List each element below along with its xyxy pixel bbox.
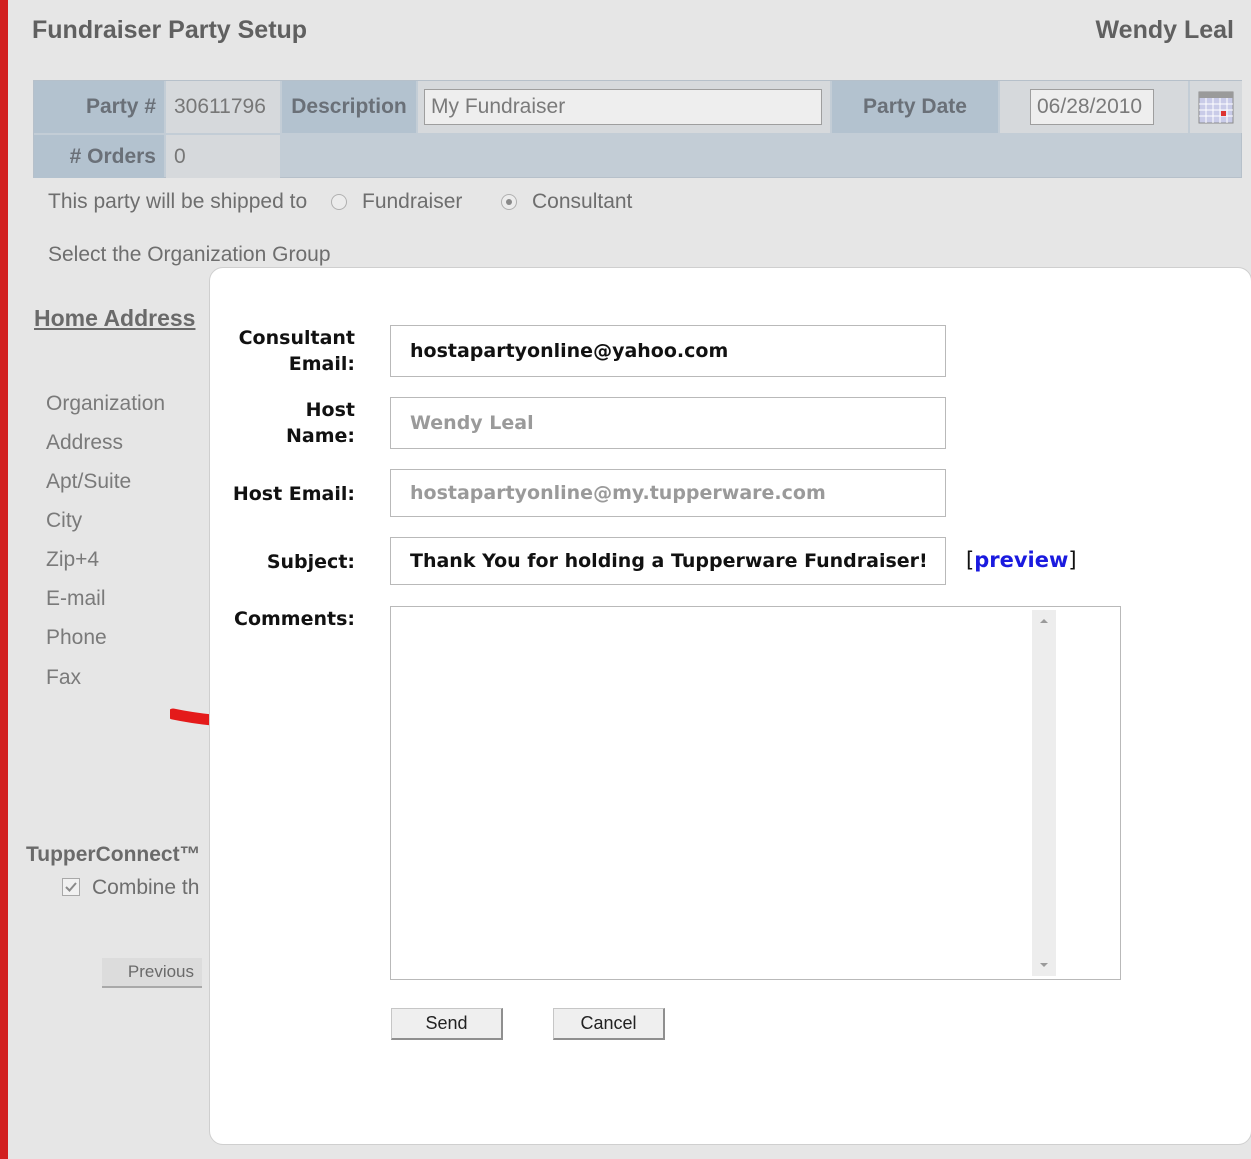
host-name-field[interactable]: Wendy Leal [390,397,946,449]
page-title: Fundraiser Party Setup [32,16,308,44]
party-date-label: Party Date [832,81,998,133]
combine-label: Combine th [92,876,200,899]
host-name-label-line1: Host [305,399,355,421]
host-email-label: Host Email: [232,483,355,505]
subject-label: Subject: [266,551,355,573]
phone-label: Phone [46,626,107,649]
radio-fundraiser[interactable] [331,194,347,210]
address-label: Address [46,431,124,454]
comments-scrollbar[interactable] [1032,610,1056,976]
send-button[interactable]: Send [391,1008,503,1040]
consultant-email-label-line2: Email: [288,353,355,375]
organization-label: Organization [46,392,166,415]
cancel-button[interactable]: Cancel [553,1008,665,1040]
preview-bracket-close: ] [1068,548,1077,572]
calendar-button[interactable] [1190,81,1242,133]
party-number-value: 30611796 [166,81,280,133]
orders-label: # Orders [34,135,164,178]
shipping-label: This party will be shipped to [48,190,308,213]
calendar-icon [1198,91,1234,124]
scroll-up-icon[interactable] [1032,612,1056,630]
apt-suite-label: Apt/Suite [46,470,132,493]
consultant-email-field[interactable]: hostapartyonline@yahoo.com [390,325,946,377]
fax-label: Fax [46,666,82,689]
subject-field[interactable]: Thank You for holding a Tupperware Fundr… [390,537,946,585]
description-input[interactable]: My Fundraiser [424,89,822,125]
radio-fundraiser-label: Fundraiser [362,190,463,213]
combine-checkbox[interactable] [62,878,80,896]
send-email-dialog: Consultant Email: hostapartyonline@yahoo… [209,267,1251,1145]
radio-consultant[interactable] [501,194,517,210]
party-number-label: Party # [34,81,164,133]
party-date-input[interactable]: 06/28/2010 [1030,89,1154,125]
host-name-label-line2: Name: [285,425,355,447]
scroll-down-icon[interactable] [1032,956,1056,974]
party-info-table: Party # 30611796 Description My Fundrais… [33,80,1242,178]
consultant-email-label: Consultant Email: [230,325,355,377]
comments-textarea[interactable] [390,606,1121,980]
org-group-label: Select the Organization Group [48,243,331,266]
page-background: Fundraiser Party Setup Wendy Leal Party … [0,0,1251,1159]
home-address-heading: Home Address [34,305,196,331]
comments-label: Comments: [234,608,355,630]
previous-button[interactable]: Previous [102,958,202,988]
preview-link-wrapper: [preview] [966,548,1077,572]
consultant-email-label-line1: Consultant [238,327,355,349]
checkbox-check-icon [65,882,77,892]
radio-consultant-label: Consultant [532,190,633,213]
user-name: Wendy Leal [1095,16,1234,44]
host-email-field[interactable]: hostapartyonline@my.tupperware.com [390,469,946,517]
host-name-label: Host Name: [230,397,355,449]
city-label: City [46,509,83,532]
zip-label: Zip+4 [46,548,100,571]
preview-link[interactable]: preview [974,548,1068,572]
orders-value: 0 [166,135,280,178]
tupperconnect-heading: TupperConnect™ [26,843,201,866]
description-label: Description [282,81,416,133]
preview-bracket-open: [ [966,548,975,572]
email-label: E-mail [46,587,106,610]
